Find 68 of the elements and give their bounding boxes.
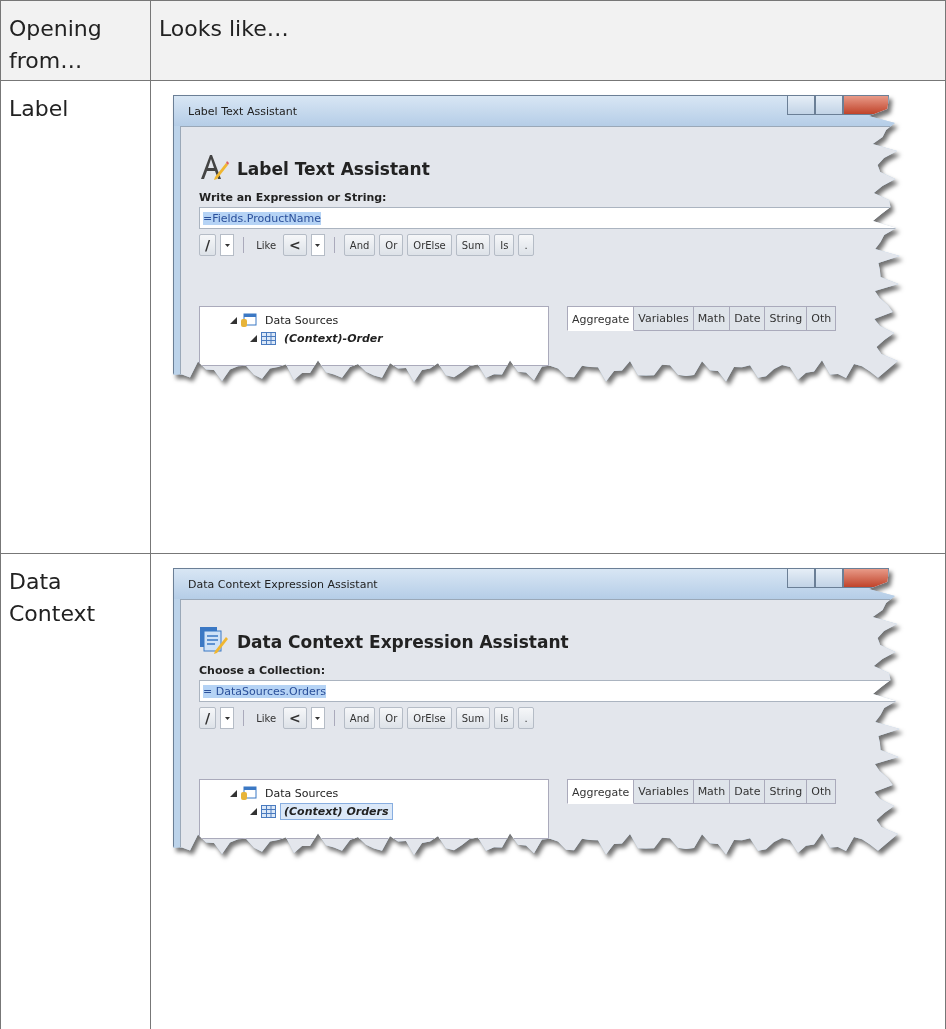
caret-icon xyxy=(315,716,321,720)
expand-triangle-icon[interactable] xyxy=(230,316,237,324)
caret-icon xyxy=(315,243,321,247)
dropdown-button[interactable] xyxy=(220,707,235,729)
column-header: Opening from… xyxy=(9,16,102,73)
toolbar-button[interactable]: < xyxy=(283,234,307,256)
toolbar-button[interactable]: And xyxy=(343,707,376,729)
caret-icon xyxy=(224,716,230,720)
tab[interactable]: String xyxy=(765,306,808,331)
tab[interactable]: Variables xyxy=(634,306,694,331)
tab[interactable]: Math xyxy=(693,779,731,804)
font-pencil-icon xyxy=(199,153,229,181)
tree-item[interactable]: (Context) Orders xyxy=(280,802,393,820)
tab[interactable]: Aggregate xyxy=(567,306,635,331)
toolbar-button[interactable]: And xyxy=(343,234,376,256)
window-title: Label Text Assistant xyxy=(188,104,298,118)
caret-icon xyxy=(224,243,230,247)
minimize-button[interactable] xyxy=(787,569,815,588)
table-cell: Data Context xyxy=(9,569,96,626)
dialog-heading: Label Text Assistant xyxy=(237,159,430,179)
maximize-button[interactable] xyxy=(815,96,843,115)
column-header: Looks like… xyxy=(159,16,289,41)
close-button[interactable] xyxy=(843,96,889,115)
table-icon xyxy=(261,331,276,345)
tab[interactable]: Variables xyxy=(634,779,694,804)
field-label: Write an Expression or String: xyxy=(199,191,388,204)
table-icon xyxy=(261,804,276,818)
tab[interactable]: Oth xyxy=(807,779,837,804)
close-button[interactable] xyxy=(843,569,889,588)
toolbar-button[interactable]: < xyxy=(283,707,307,729)
toolbar-button[interactable]: Is xyxy=(494,707,515,729)
toolbar-button[interactable]: / xyxy=(199,707,217,729)
toolbar-button[interactable]: / xyxy=(199,234,217,256)
dropdown-button[interactable] xyxy=(310,707,325,729)
toolbar-button[interactable]: Sum xyxy=(455,234,491,256)
toolbar-button[interactable]: OrElse xyxy=(407,707,452,729)
expand-triangle-icon[interactable] xyxy=(230,789,237,797)
dialog-heading: Data Context Expression Assistant xyxy=(237,632,569,652)
window-title: Data Context Expression Assistant xyxy=(188,577,378,591)
dropdown-button[interactable] xyxy=(310,234,325,256)
maximize-button[interactable] xyxy=(815,569,843,588)
data-source-icon xyxy=(241,786,257,800)
tab[interactable]: Date xyxy=(730,779,766,804)
tree-item[interactable]: Data Sources xyxy=(261,784,343,802)
field-label: Choose a Collection: xyxy=(199,664,327,677)
toolbar-button[interactable]: Sum xyxy=(455,707,491,729)
toolbar-button[interactable]: Or xyxy=(379,234,404,256)
table-cell: Label xyxy=(9,96,69,121)
minimize-button[interactable] xyxy=(787,96,815,115)
expand-triangle-icon[interactable] xyxy=(250,807,257,815)
tree-item[interactable]: Data Sources xyxy=(261,311,343,329)
tab[interactable]: Math xyxy=(693,306,731,331)
dropdown-button[interactable] xyxy=(220,234,235,256)
tab[interactable]: Aggregate xyxy=(567,779,635,804)
toolbar-label: Like xyxy=(256,239,277,251)
tab[interactable]: Date xyxy=(730,306,766,331)
toolbar-button[interactable]: . xyxy=(518,234,534,256)
data-source-icon xyxy=(241,313,257,327)
toolbar-button[interactable]: Is xyxy=(494,234,515,256)
toolbar-button[interactable]: OrElse xyxy=(407,234,452,256)
tab[interactable]: String xyxy=(765,779,808,804)
document-pencil-icon xyxy=(199,626,229,654)
toolbar-button[interactable]: Or xyxy=(379,707,404,729)
toolbar-label: Like xyxy=(256,712,277,724)
expand-triangle-icon[interactable] xyxy=(250,334,257,342)
toolbar-button[interactable]: . xyxy=(518,707,534,729)
tab[interactable]: Oth xyxy=(807,306,837,331)
tree-item[interactable]: (Context)-Order xyxy=(280,329,387,347)
